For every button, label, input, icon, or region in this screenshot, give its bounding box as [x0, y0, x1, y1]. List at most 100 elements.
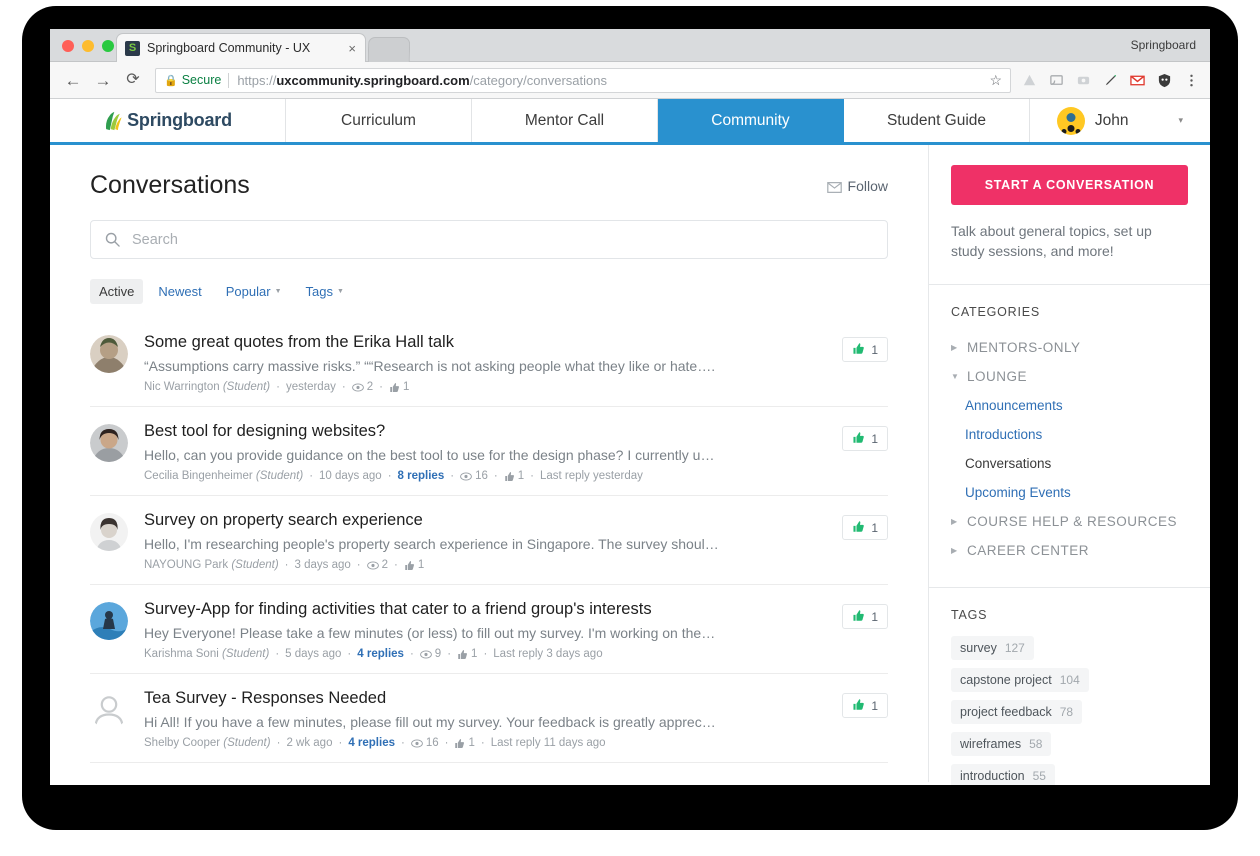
view-count-value: 2 — [382, 559, 388, 571]
reply-count[interactable]: 4 replies — [348, 737, 395, 749]
conversation-excerpt: “Assumptions carry massive risks.” ““Res… — [144, 358, 826, 374]
author-name: NAYOUNG Park — [144, 559, 228, 571]
vote-button[interactable]: 1 — [842, 337, 888, 362]
subcategory-conversations[interactable]: Conversations — [951, 449, 1188, 478]
filter-newest[interactable]: Newest — [149, 279, 210, 304]
tag-capstone-project[interactable]: capstone project104 — [951, 668, 1089, 692]
separator: · — [342, 381, 346, 393]
list-item[interactable]: Survey on property search experience Hel… — [90, 496, 888, 585]
start-conversation-button[interactable]: START A CONVERSATION — [951, 165, 1188, 205]
vote-button[interactable]: 1 — [842, 426, 888, 451]
separator: · — [357, 559, 361, 571]
like-count: 1 — [457, 648, 477, 660]
thumbs-up-icon — [504, 471, 515, 482]
tag-label: introduction — [960, 769, 1025, 783]
tag-survey[interactable]: survey127 — [951, 636, 1034, 660]
forward-icon[interactable]: → — [90, 67, 116, 93]
vote-button[interactable]: 1 — [842, 515, 888, 540]
follow-label: Follow — [848, 178, 888, 194]
separator: · — [445, 737, 449, 749]
conversation-meta: NAYOUNG Park (Student) · 3 days ago · 2 … — [144, 559, 826, 571]
more-menu-icon[interactable] — [1183, 72, 1200, 89]
filter-tags[interactable]: Tags▼ — [297, 279, 353, 304]
chevron-down-icon: ▼ — [275, 288, 282, 295]
category-label: MENTORS-ONLY — [967, 340, 1081, 355]
nav-item-mentor-call[interactable]: Mentor Call — [472, 99, 658, 142]
reload-icon[interactable]: ⟳ — [120, 67, 146, 93]
author-name: Nic Warrington — [144, 381, 220, 393]
avatar — [90, 691, 128, 729]
window-title: Springboard — [1131, 38, 1196, 52]
bookmark-star-icon[interactable]: ☆ — [981, 72, 1002, 89]
tag-project-feedback[interactable]: project feedback78 — [951, 700, 1082, 724]
category-lounge[interactable]: ▼ LOUNGE — [951, 362, 1188, 391]
search-input[interactable] — [130, 231, 873, 249]
thumbs-up-icon — [852, 520, 865, 535]
browser-tab[interactable]: S Springboard Community - UX × — [116, 33, 366, 62]
close-window-button[interactable] — [62, 40, 74, 52]
gmail-icon[interactable] — [1129, 72, 1146, 89]
author-role: (Student) — [256, 470, 303, 482]
reply-count[interactable]: 4 replies — [357, 648, 404, 660]
conversation-title[interactable]: Survey on property search experience — [144, 511, 826, 530]
like-count-value: 1 — [418, 559, 424, 571]
tag-label: capstone project — [960, 673, 1052, 687]
tag-label: project feedback — [960, 705, 1052, 719]
list-item[interactable]: Tea Survey - Responses Needed Hi All! If… — [90, 674, 888, 763]
separator: · — [388, 470, 392, 482]
filter-active[interactable]: Active — [90, 279, 143, 304]
category-career-center[interactable]: ▶ CAREER CENTER — [951, 536, 1188, 565]
follow-button[interactable]: Follow — [827, 178, 888, 194]
filter-popular[interactable]: Popular▼ — [217, 279, 291, 304]
nav-item-curriculum[interactable]: Curriculum — [286, 99, 472, 142]
eye-icon — [460, 472, 472, 481]
categories-heading: CATEGORIES — [951, 305, 1188, 319]
separator: · — [481, 737, 485, 749]
address-bar[interactable]: 🔒 Secure https://uxcommunity.springboard… — [155, 68, 1011, 93]
close-icon[interactable]: × — [345, 41, 359, 56]
cast-icon[interactable] — [1048, 72, 1065, 89]
category-course-help-resources[interactable]: ▶ COURSE HELP & RESOURCES — [951, 507, 1188, 536]
back-icon[interactable]: ← — [60, 67, 86, 93]
view-count-value: 16 — [475, 470, 488, 482]
tag-label: wireframes — [960, 737, 1021, 751]
new-tab-button[interactable] — [368, 37, 410, 62]
subcategory-introductions[interactable]: Introductions — [951, 420, 1188, 449]
address-bar-url: https://uxcommunity.springboard.com/cate… — [237, 73, 607, 88]
conversation-title[interactable]: Best tool for designing websites? — [144, 422, 826, 441]
conversation-title[interactable]: Some great quotes from the Erika Hall ta… — [144, 333, 826, 352]
springboard-favicon-icon: S — [125, 41, 140, 56]
category-mentors-only[interactable]: ▶ MENTORS-ONLY — [951, 333, 1188, 362]
reply-count[interactable]: 8 replies — [398, 470, 445, 482]
tag-wireframes[interactable]: wireframes58 — [951, 732, 1051, 756]
vote-button[interactable]: 1 — [842, 604, 888, 629]
list-item-body: Survey-App for finding activities that c… — [144, 600, 826, 660]
shield-icon[interactable] — [1156, 72, 1173, 89]
nav-item-student-guide[interactable]: Student Guide — [844, 99, 1030, 142]
conversation-meta: Shelby Cooper (Student) · 2 wk ago · 4 r… — [144, 737, 826, 749]
minimize-window-button[interactable] — [82, 40, 94, 52]
maximize-window-button[interactable] — [102, 40, 114, 52]
list-item[interactable]: Best tool for designing websites? Hello,… — [90, 407, 888, 496]
subcategory-announcements[interactable]: Announcements — [951, 391, 1188, 420]
separator: · — [275, 648, 279, 660]
nav-item-community[interactable]: Community — [658, 99, 844, 142]
vote-count: 1 — [871, 610, 878, 624]
eye-icon — [367, 561, 379, 570]
brand-logo[interactable]: Springboard — [50, 99, 286, 142]
subcategory-upcoming-events[interactable]: Upcoming Events — [951, 478, 1188, 507]
list-item[interactable]: Some great quotes from the Erika Hall ta… — [90, 318, 888, 407]
drive-icon[interactable] — [1021, 72, 1038, 89]
chevron-down-icon[interactable]: ▾ — [1179, 115, 1184, 126]
tag-introduction[interactable]: introduction55 — [951, 764, 1055, 785]
list-item[interactable]: Survey-App for finding activities that c… — [90, 585, 888, 674]
list-item-body: Survey on property search experience Hel… — [144, 511, 826, 571]
conversation-title[interactable]: Survey-App for finding activities that c… — [144, 600, 826, 619]
pen-icon[interactable] — [1102, 72, 1119, 89]
vote-button[interactable]: 1 — [842, 693, 888, 718]
user-menu[interactable]: John ▾ — [1030, 99, 1210, 142]
chat-icon[interactable] — [1075, 72, 1092, 89]
search-box[interactable] — [90, 220, 888, 259]
brand-name: Springboard — [127, 110, 232, 131]
conversation-title[interactable]: Tea Survey - Responses Needed — [144, 689, 826, 708]
